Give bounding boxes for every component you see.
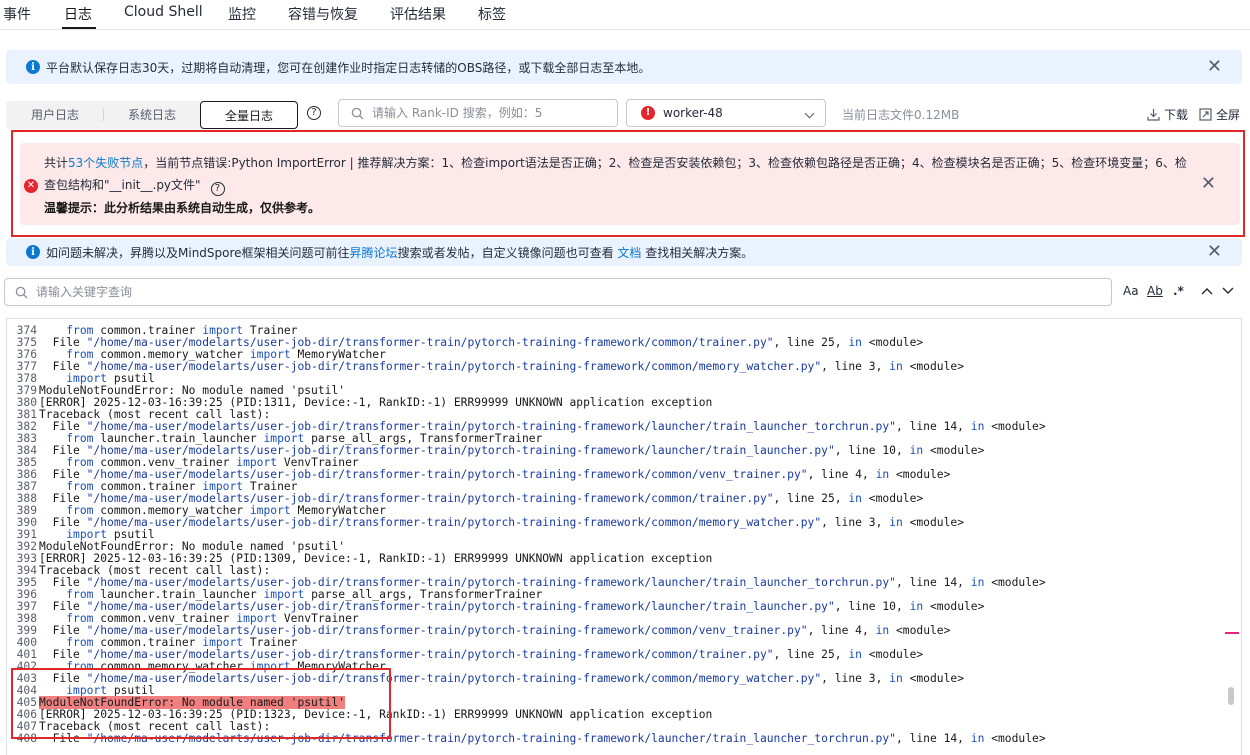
annotation-box bbox=[11, 668, 391, 739]
top-tabs: 事件 日志 Cloud Shell 监控 容错与恢复 评估结果 标签 bbox=[0, 0, 1250, 30]
active-tab-indicator bbox=[62, 27, 96, 29]
rank-search-box bbox=[338, 99, 618, 127]
tab-evaluation[interactable]: 评估结果 bbox=[390, 4, 446, 24]
tab-events[interactable]: 事件 bbox=[3, 4, 31, 24]
help-notice-text: 如问题未解决，昇腾以及MindSpore框架相关问题可前往昇腾论坛搜索或者发帖，… bbox=[46, 245, 754, 260]
tab-cloud-shell[interactable]: Cloud Shell bbox=[124, 4, 203, 20]
log-line-text: File "/home/ma-user/modelarts/user-job-d… bbox=[39, 360, 964, 373]
retention-notice: i 平台默认保存日志30天，过期将自动清理，您可在创建作业时指定日志转储的OBS… bbox=[6, 50, 1242, 84]
download-icon bbox=[1147, 109, 1160, 121]
full-log-button[interactable]: 全量日志 bbox=[200, 101, 298, 129]
ascend-forum-link[interactable]: 昇腾论坛 bbox=[350, 246, 398, 260]
help-notice: i 如问题未解决，昇腾以及MindSpore框架相关问题可前往昇腾论坛搜索或者发… bbox=[6, 238, 1242, 266]
help-icon[interactable]: ? bbox=[307, 106, 321, 120]
user-log-button[interactable]: 用户日志 bbox=[6, 101, 104, 129]
chevron-down-icon bbox=[804, 108, 815, 119]
search-icon bbox=[351, 107, 364, 120]
tab-monitoring[interactable]: 监控 bbox=[228, 4, 256, 24]
chevron-down-icon[interactable] bbox=[1222, 287, 1234, 295]
close-icon[interactable]: ✕ bbox=[1207, 243, 1222, 261]
log-line-text: File "/home/ma-user/modelarts/user-job-d… bbox=[39, 516, 964, 529]
log-line: 377 File "/home/ma-user/modelarts/user-j… bbox=[7, 361, 1241, 373]
search-match-marker bbox=[1225, 632, 1239, 634]
worker-select[interactable]: ! worker-48 bbox=[626, 99, 826, 127]
search-icon bbox=[15, 286, 28, 299]
log-scrollbar-thumb[interactable] bbox=[1228, 687, 1234, 705]
retention-notice-text: 平台默认保存日志30天，过期将自动清理，您可在创建作业时指定日志转储的OBS路径… bbox=[46, 60, 651, 75]
annotation-box bbox=[11, 130, 1245, 237]
info-icon: i bbox=[26, 245, 40, 259]
error-icon: ! bbox=[641, 106, 655, 120]
info-icon: i bbox=[26, 60, 40, 74]
log-type-switch: 用户日志 系统日志 全量日志 bbox=[6, 101, 298, 129]
close-icon[interactable]: ✕ bbox=[1207, 58, 1222, 76]
regex-toggle[interactable]: .* bbox=[1173, 284, 1184, 298]
rank-id-search-input[interactable] bbox=[372, 106, 617, 120]
system-log-button[interactable]: 系统日志 bbox=[104, 101, 200, 129]
tab-fault-tolerance[interactable]: 容错与恢复 bbox=[288, 4, 358, 24]
download-button[interactable]: 下载 bbox=[1147, 106, 1188, 123]
keyword-search-input[interactable] bbox=[36, 285, 1111, 299]
worker-select-value: worker-48 bbox=[663, 106, 723, 120]
match-case-toggle[interactable]: Aa bbox=[1123, 284, 1139, 298]
log-line: 390 File "/home/ma-user/modelarts/user-j… bbox=[7, 517, 1241, 529]
fullscreen-button[interactable]: 全屏 bbox=[1199, 106, 1240, 123]
download-label: 下载 bbox=[1164, 108, 1189, 122]
whole-word-toggle[interactable]: Ab bbox=[1147, 284, 1163, 298]
chevron-up-icon[interactable] bbox=[1201, 287, 1213, 295]
fullscreen-label: 全屏 bbox=[1216, 108, 1241, 122]
tab-logs[interactable]: 日志 bbox=[64, 4, 92, 24]
fullscreen-icon bbox=[1199, 108, 1212, 121]
keyword-search-box bbox=[4, 278, 1112, 306]
log-file-size: 当前日志文件0.12MB bbox=[842, 108, 960, 122]
docs-link[interactable]: 文档 bbox=[617, 246, 641, 260]
tab-tags[interactable]: 标签 bbox=[478, 4, 506, 24]
